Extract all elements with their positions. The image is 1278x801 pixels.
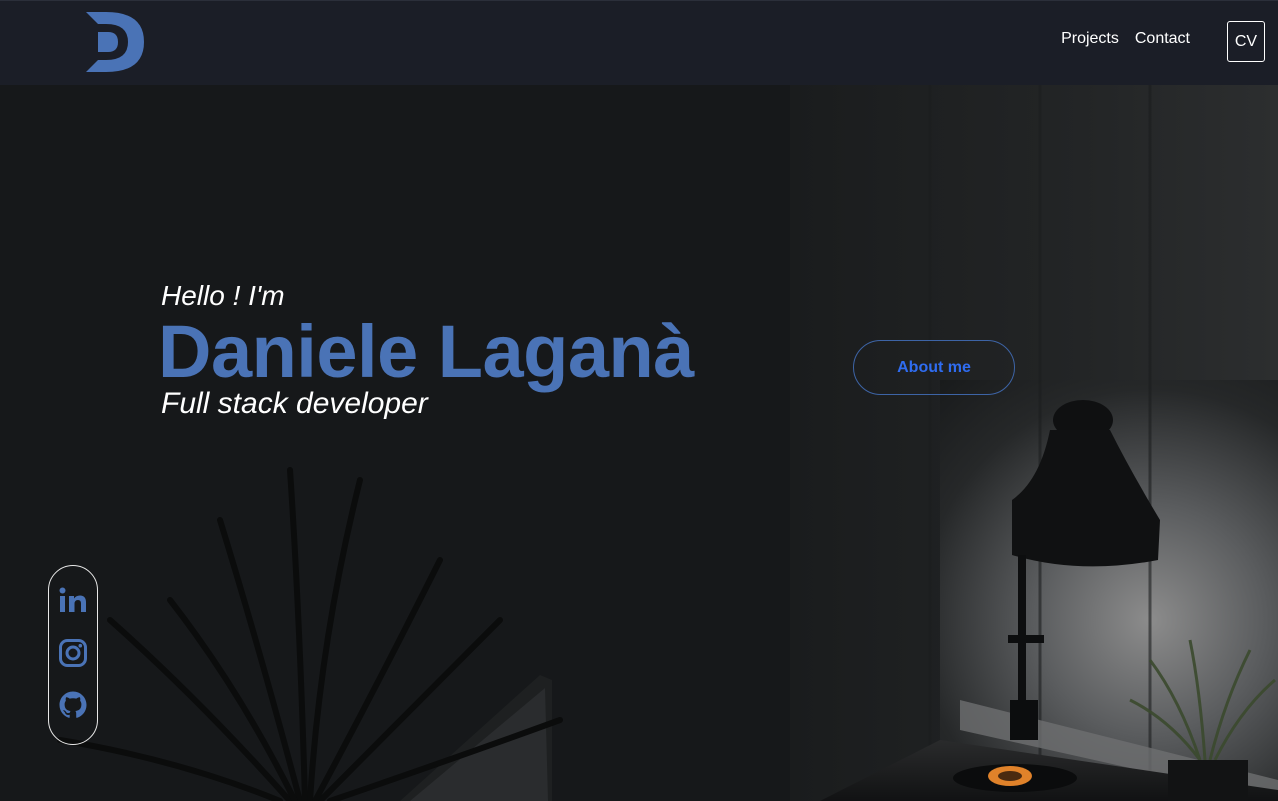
about-me-button[interactable]: About me <box>853 340 1015 395</box>
hero-name-heading: Daniele Laganà <box>158 310 694 393</box>
instagram-icon[interactable] <box>58 638 88 668</box>
top-navbar: Projects Contact CV <box>0 0 1278 85</box>
nav-link-contact[interactable]: Contact <box>1135 30 1190 48</box>
linkedin-icon[interactable] <box>58 585 88 615</box>
logo-icon[interactable] <box>84 10 146 74</box>
nav-links: Projects Contact <box>1061 30 1190 48</box>
greeting-text: Hello ! I'm <box>161 280 285 311</box>
cv-button[interactable]: CV <box>1227 21 1265 62</box>
social-links-bar <box>48 565 98 745</box>
nav-link-projects[interactable]: Projects <box>1061 30 1119 48</box>
page: Projects Contact CV Hello ! I'm Daniele … <box>0 0 1278 801</box>
github-icon[interactable] <box>58 690 88 720</box>
hero-intro: Hello ! I'm Daniele Laganà Full stack de… <box>158 278 694 422</box>
